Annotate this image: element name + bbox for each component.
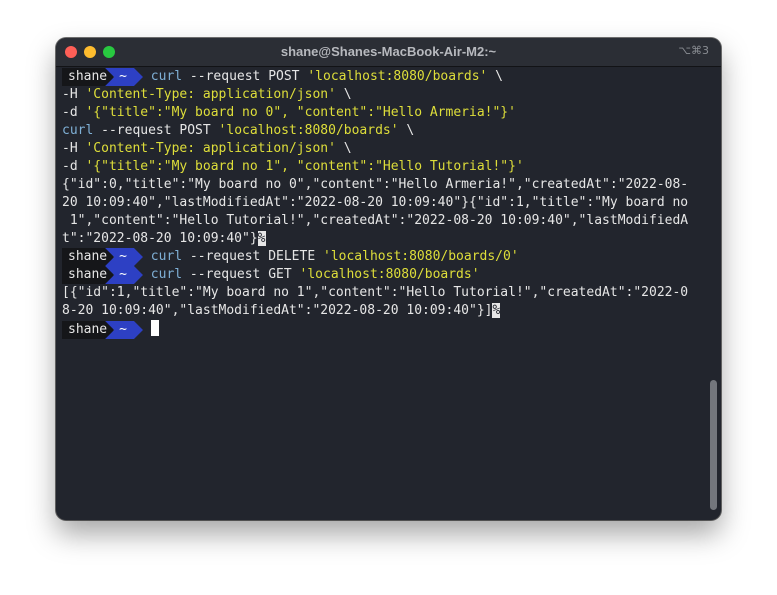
header-flag: -H: [62, 141, 86, 156]
window-shortcut: ⌥⌘3: [678, 44, 709, 57]
command-url: 'localhost:8080/boards': [299, 267, 480, 282]
terminal-window: shane@Shanes-MacBook-Air-M2:~ ⌥⌘3 shane ~…: [56, 38, 721, 520]
title-bar[interactable]: shane@Shanes-MacBook-Air-M2:~ ⌥⌘3: [56, 38, 721, 67]
prompt-user: shane: [62, 266, 114, 284]
prompt-line: shane ~ curl --request DELETE 'localhost:…: [62, 248, 705, 266]
command-args: --request DELETE: [182, 249, 323, 264]
command-args: --request POST: [93, 123, 219, 138]
window-title: shane@Shanes-MacBook-Air-M2:~: [280, 44, 497, 59]
terminal-output[interactable]: shane ~ curl --request POST 'localhost:80…: [62, 68, 705, 339]
header-flag: -H: [62, 87, 86, 102]
data-flag: -d: [62, 159, 86, 174]
data-value: '{"title":"My board no 0", "content":"He…: [85, 105, 516, 120]
command-line: -d '{"title":"My board no 0", "content":…: [62, 104, 705, 122]
data-flag: -d: [62, 105, 86, 120]
prompt-user: shane: [62, 68, 114, 86]
command-url: 'localhost:8080/boards': [218, 123, 399, 138]
command-name: curl: [62, 123, 94, 138]
command-args: --request POST: [182, 69, 308, 84]
command-args: --request GET: [182, 267, 300, 282]
command-line: -H 'Content-Type: application/json' \: [62, 86, 705, 104]
prompt-line: shane ~ curl --request POST 'localhost:80…: [62, 68, 705, 86]
command-output: {"id":0,"title":"My board no 0","content…: [62, 176, 705, 248]
command-output: [{"id":1,"title":"My board no 1","conten…: [62, 284, 705, 320]
command-name: curl: [150, 69, 183, 84]
prompt-line: shane ~ curl --request GET 'localhost:808…: [62, 266, 705, 284]
scrollbar-thumb[interactable]: [710, 380, 717, 510]
line-continuation: \: [398, 123, 415, 138]
output-text: {"id":0,"title":"My board no 0","content…: [62, 177, 689, 246]
data-value: '{"title":"My board no 1", "content":"He…: [85, 159, 524, 174]
line-continuation: \: [335, 87, 352, 102]
output-text: [{"id":1,"title":"My board no 1","conten…: [62, 285, 689, 318]
line-continuation: \: [487, 69, 504, 84]
line-continuation: \: [335, 141, 352, 156]
command-line: -d '{"title":"My board no 1", "content":…: [62, 158, 705, 176]
command-url: 'localhost:8080/boards/0': [323, 249, 519, 264]
command-name: curl: [150, 267, 183, 282]
command-url: 'localhost:8080/boards': [307, 69, 488, 84]
text-cursor[interactable]: [150, 320, 159, 336]
prompt-user: shane: [62, 321, 114, 339]
no-newline-marker: %: [257, 231, 266, 246]
header-value: 'Content-Type: application/json': [85, 87, 336, 102]
prompt-user: shane: [62, 248, 114, 266]
command-name: curl: [150, 249, 183, 264]
header-value: 'Content-Type: application/json': [85, 141, 336, 156]
command-line: -H 'Content-Type: application/json' \: [62, 140, 705, 158]
prompt-line[interactable]: shane ~: [62, 320, 705, 339]
command-line: curl --request POST 'localhost:8080/boar…: [62, 122, 705, 140]
no-newline-marker: %: [492, 303, 501, 318]
